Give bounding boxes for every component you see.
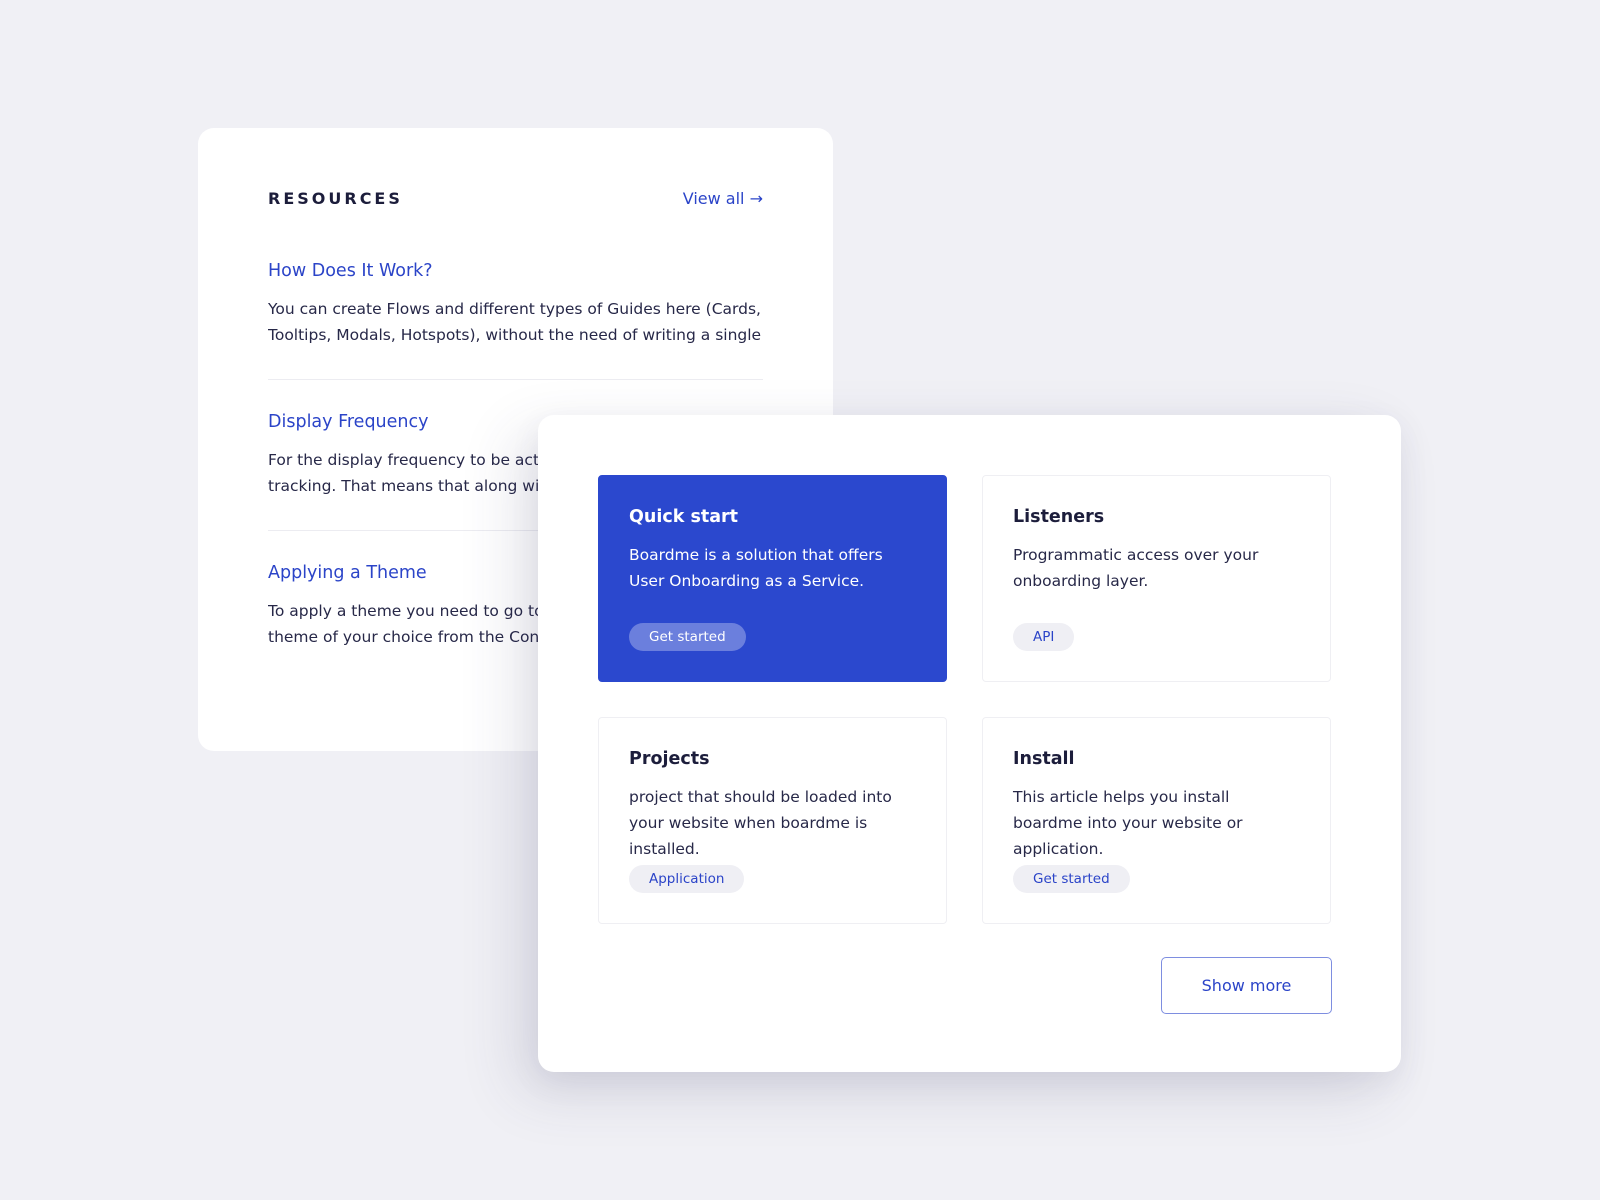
topic-card-title: Install (1013, 749, 1075, 769)
resource-item-text-line: Tooltips, Modals, Hotspots), without the… (268, 326, 763, 344)
resources-header: RESOURCES View all → (268, 188, 763, 208)
topic-tag[interactable]: Get started (629, 623, 746, 651)
topic-tag[interactable]: Get started (1013, 865, 1130, 893)
show-more-row: Show more (598, 957, 1332, 1014)
topic-card-projects[interactable]: Projects project that should be loaded i… (598, 717, 947, 924)
topic-card-description: Programmatic access over your onboarding… (1013, 546, 1259, 590)
topic-card-description: Boardme is a solution that offers User O… (629, 546, 883, 590)
stage: RESOURCES View all → How Does It Work? Y… (0, 0, 1600, 1200)
topic-tag[interactable]: Application (629, 865, 745, 893)
topic-card-install[interactable]: Install This article helps you install b… (982, 717, 1331, 924)
resource-item-text-line: You can create Flows and different types… (268, 300, 761, 318)
topic-card-title: Listeners (1013, 507, 1105, 527)
show-more-button[interactable]: Show more (1161, 957, 1332, 1014)
topic-card-quick-start[interactable]: Quick start Boardme is a solution that o… (598, 475, 947, 682)
topic-card-listeners[interactable]: Listeners Programmatic access over your … (982, 475, 1331, 682)
resources-title: RESOURCES (268, 188, 403, 208)
resource-item-title[interactable]: How Does It Work? (268, 260, 763, 282)
topic-tag[interactable]: API (1013, 623, 1075, 651)
topic-cards-grid: Quick start Boardme is a solution that o… (598, 475, 1332, 924)
topics-panel: Quick start Boardme is a solution that o… (538, 415, 1401, 1072)
topic-card-title: Quick start (629, 507, 739, 527)
topic-card-title: Projects (629, 749, 710, 769)
topic-card-description: This article helps you install boardme i… (1013, 788, 1243, 858)
topic-card-description: project that should be loaded into your … (629, 788, 892, 858)
resource-item: How Does It Work? You can create Flows a… (268, 260, 763, 380)
view-all-link[interactable]: View all → (683, 189, 763, 208)
